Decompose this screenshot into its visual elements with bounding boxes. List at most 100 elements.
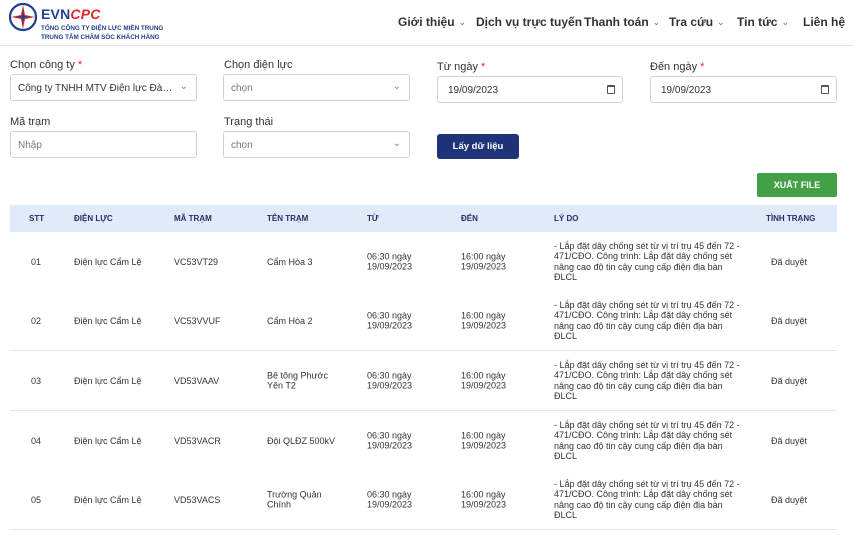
from-date-label-text: Từ ngày	[437, 61, 478, 73]
chevron-down-icon: ⌄	[652, 17, 661, 27]
calendar-icon[interactable]	[607, 85, 615, 94]
site-header: EVNCPC TỔNG CÔNG TY ĐIỆN LỰC MIỀN TRUNG …	[0, 0, 853, 46]
required-mark: *	[77, 59, 83, 71]
column-header-stt[interactable]: STT	[29, 214, 44, 223]
cell-reason: - Lắp đặt dây chống sét từ vị trí trụ 45…	[554, 478, 740, 521]
column-header-ma-tram[interactable]: MÃ TRẠM	[174, 214, 212, 223]
column-header-tinh-trang[interactable]: TÌNH TRẠNG	[766, 214, 815, 223]
cell-status: Đã duyệt	[771, 494, 808, 505]
table-row[interactable]: 04 Điện lực Cẩm Lệ VD53VACR Đội QLĐZ 500…	[10, 411, 837, 471]
to-date-label: Đến ngày *	[650, 61, 704, 73]
table-row[interactable]: 05 Điện lực Cẩm Lệ VD53VACS Trường Quân …	[10, 470, 837, 530]
chevron-down-icon: ⌄	[717, 17, 725, 27]
cell-stt: 02	[31, 315, 42, 326]
cell-stt: 03	[31, 375, 42, 386]
brand-name-evn: EVN	[41, 6, 71, 22]
chevron-down-icon: ⌄	[392, 81, 401, 92]
nav-item-lien-he[interactable]: Liên hệ	[803, 15, 845, 29]
nav-item-label: Tra cứu	[669, 15, 714, 29]
company-label-text: Chọn công ty	[10, 59, 75, 71]
company-label: Chọn công ty *	[10, 59, 82, 71]
to-date-value: 19/09/2023	[661, 85, 712, 96]
company-select-value: Công ty TNHH MTV Điện lực Đà Nẵng	[18, 83, 174, 94]
nav-item-tin-tuc[interactable]: Tin tức ⌄	[737, 15, 789, 29]
cell-code: VC53VVUF	[174, 315, 221, 326]
cell-reason: - Lắp đặt dây chống sét từ vị trí trụ 45…	[554, 299, 740, 342]
cell-to: 16:00 ngày 19/09/2023	[461, 370, 507, 391]
cell-reason: - Lắp đặt dây chống sét từ vị trí trụ 45…	[554, 359, 740, 402]
to-date-label-text: Đến ngày	[650, 61, 698, 73]
cell-station-name: Cẩm Hòa 2	[267, 315, 313, 326]
export-file-button[interactable]: XUẤT FILE	[757, 173, 837, 197]
cell-station-name: Cẩm Hòa 3	[267, 256, 313, 267]
station-code-input[interactable]: Nhập	[10, 131, 197, 158]
to-date-input[interactable]: 19/09/2023	[650, 76, 837, 103]
column-header-ten-tram[interactable]: TÊN TRẠM	[267, 214, 308, 223]
nav-item-gioi-thieu[interactable]: Giới thiệu ⌄	[398, 15, 466, 29]
calendar-icon[interactable]	[821, 85, 829, 94]
chevron-down-icon: ⌄	[392, 138, 401, 149]
nav-item-dich-vu-truc-tuyen[interactable]: Dịch vụ trực tuyến	[476, 15, 582, 29]
status-placeholder: chọn	[231, 140, 253, 151]
table-row[interactable]: 01 Điện lực Cẩm Lệ VC53VT29 Cẩm Hòa 3 06…	[10, 232, 837, 292]
cell-from: 06:30 ngày 19/09/2023	[367, 489, 413, 510]
cell-unit: Điện lực Cẩm Lệ	[74, 494, 142, 505]
power-unit-placeholder: chọn	[231, 83, 253, 94]
cell-code: VD53VACS	[174, 494, 221, 505]
chevron-down-icon: ⌄	[179, 81, 188, 92]
cell-status: Đã duyệt	[771, 375, 808, 386]
required-mark: *	[481, 61, 486, 73]
table-row[interactable]: 02 Điện lực Cẩm Lệ VC53VVUF Cẩm Hòa 2 06…	[10, 291, 837, 351]
column-header-den[interactable]: ĐẾN	[461, 214, 478, 223]
status-select[interactable]: chọn ⌄	[223, 131, 410, 158]
cell-stt: 05	[31, 494, 42, 505]
from-date-value: 19/09/2023	[448, 85, 499, 96]
table-header: STT ĐIỆN LỰC MÃ TRẠM TÊN TRẠM TỪ ĐẾN LÝ …	[10, 205, 837, 232]
cell-from: 06:30 ngày 19/09/2023	[367, 370, 413, 391]
nav-item-label: Dịch vụ trực tuyến	[476, 15, 583, 29]
chevron-down-icon: ⌄	[781, 17, 790, 27]
column-header-ly-do[interactable]: LÝ DO	[554, 214, 578, 223]
cell-reason: - Lắp đặt dây chống sét từ vị trí trụ 45…	[554, 240, 740, 283]
power-unit-select[interactable]: chọn ⌄	[223, 74, 410, 101]
cell-code: VD53VAAV	[174, 375, 220, 386]
station-code-label: Mã trạm	[10, 116, 51, 128]
cell-station-name: Bê tông Phước Yên T2	[267, 370, 328, 391]
nav-item-label: Thanh toán	[584, 15, 649, 29]
cell-from: 06:30 ngày 19/09/2023	[367, 310, 413, 331]
from-date-input[interactable]: 19/09/2023	[437, 76, 623, 103]
cell-reason: - Lắp đặt dây chống sét từ vị trí trụ 45…	[554, 419, 740, 462]
evn-star-logo-icon	[8, 2, 38, 32]
column-header-dien-luc[interactable]: ĐIỆN LỰC	[74, 214, 113, 223]
cell-code: VC53VT29	[174, 256, 219, 267]
cell-stt: 01	[31, 256, 42, 267]
nav-item-label: Giới thiệu	[398, 15, 455, 29]
cell-to: 16:00 ngày 19/09/2023	[461, 310, 507, 331]
cell-station-name: Đội QLĐZ 500kV	[267, 435, 336, 446]
cell-to: 16:00 ngày 19/09/2023	[461, 430, 507, 451]
brand-name-cpc: CPC	[70, 6, 101, 22]
from-date-label: Từ ngày *	[437, 61, 485, 73]
cell-status: Đã duyệt	[771, 256, 808, 267]
company-select[interactable]: Công ty TNHH MTV Điện lực Đà Nẵng ⌄	[10, 74, 197, 101]
brand-subtitle-1: TỔNG CÔNG TY ĐIỆN LỰC MIỀN TRUNG	[41, 25, 164, 32]
cell-to: 16:00 ngày 19/09/2023	[461, 251, 507, 272]
cell-unit: Điện lực Cẩm Lệ	[74, 256, 142, 267]
main-nav: Giới thiệu ⌄ Dịch vụ trực tuyến Thanh toá…	[398, 15, 853, 31]
table-row[interactable]: 03 Điện lực Cẩm Lệ VD53VAAV Bê tông Phướ…	[10, 351, 837, 411]
cell-from: 06:30 ngày 19/09/2023	[367, 430, 413, 451]
evncpc-logo[interactable]: EVNCPC TỔNG CÔNG TY ĐIỆN LỰC MIỀN TRUNG …	[8, 2, 168, 44]
cell-unit: Điện lực Cẩm Lệ	[74, 315, 142, 326]
cell-status: Đã duyệt	[771, 315, 808, 326]
nav-item-label: Tin tức	[737, 15, 778, 29]
cell-stt: 04	[31, 435, 42, 446]
cell-unit: Điện lực Cẩm Lệ	[74, 435, 142, 446]
cell-station-name: Trường Quân Chính	[267, 489, 322, 510]
nav-item-tra-cuu[interactable]: Tra cứu ⌄	[669, 15, 725, 29]
nav-item-thanh-toan[interactable]: Thanh toán ⌄	[584, 15, 660, 29]
brand-name: EVNCPC	[41, 6, 101, 22]
column-header-tu[interactable]: TỪ	[367, 214, 379, 223]
power-unit-label: Chọn điện lực	[224, 59, 293, 71]
get-data-button[interactable]: Lấy dữ liệu	[437, 134, 519, 159]
cell-status: Đã duyệt	[771, 435, 808, 446]
